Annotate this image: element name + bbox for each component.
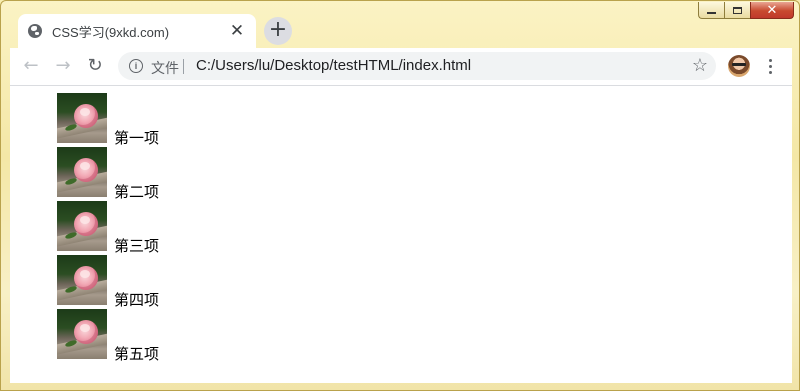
maximize-icon — [733, 6, 742, 14]
maximize-button[interactable] — [724, 2, 750, 19]
rose-image — [57, 93, 107, 143]
list-item: 第三项 — [57, 201, 159, 255]
tab-active[interactable]: CSS学习(9xkd.com) ✕ — [18, 14, 256, 48]
bookmark-star-icon[interactable]: ☆ — [692, 55, 708, 76]
tab-close-button[interactable]: ✕ — [228, 22, 246, 40]
browser-window: ✕ CSS学习(9xkd.com) ✕ + ← → ↻ i 文件 C:/User… — [0, 0, 800, 391]
address-separator — [183, 59, 184, 74]
rose-image — [57, 255, 107, 305]
browser-toolbar: ← → ↻ i 文件 C:/Users/lu/Desktop/testHTML/… — [10, 48, 792, 86]
url-text[interactable]: C:/Users/lu/Desktop/testHTML/index.html — [196, 57, 471, 74]
list-item: 第五项 — [57, 309, 159, 363]
page-viewport: 第一项 第二项 第三项 第四项 第五项 — [10, 86, 792, 383]
minimize-button[interactable] — [698, 2, 724, 19]
item-label: 第三项 — [114, 237, 160, 255]
back-button[interactable]: ← — [18, 53, 44, 79]
list-item: 第一项 — [57, 93, 159, 147]
globe-icon — [28, 24, 42, 38]
item-label: 第一项 — [114, 129, 160, 147]
minimize-icon — [707, 12, 716, 14]
rose-image — [57, 147, 107, 197]
scheme-label: 文件 — [151, 60, 179, 76]
tab-title: CSS学习(9xkd.com) — [52, 24, 170, 40]
window-controls: ✕ — [698, 2, 794, 19]
rose-image — [57, 309, 107, 359]
list-item: 第四项 — [57, 255, 159, 309]
item-label: 第四项 — [114, 291, 160, 309]
window-close-button[interactable]: ✕ — [750, 2, 794, 19]
item-label: 第二项 — [114, 183, 160, 201]
close-icon: ✕ — [766, 2, 778, 18]
info-icon[interactable]: i — [129, 59, 143, 73]
reload-button[interactable]: ↻ — [82, 53, 108, 79]
list-item: 第二项 — [57, 147, 159, 201]
address-bar[interactable]: i 文件 C:/Users/lu/Desktop/testHTML/index.… — [118, 52, 716, 80]
rose-image — [57, 201, 107, 251]
more-menu-icon[interactable] — [762, 54, 778, 78]
profile-avatar[interactable] — [728, 55, 750, 77]
new-tab-button[interactable]: + — [264, 17, 292, 45]
item-label: 第五项 — [114, 345, 160, 363]
item-list: 第一项 第二项 第三项 第四项 第五项 — [57, 93, 159, 363]
forward-button[interactable]: → — [50, 53, 76, 79]
avatar-glasses — [732, 63, 746, 66]
